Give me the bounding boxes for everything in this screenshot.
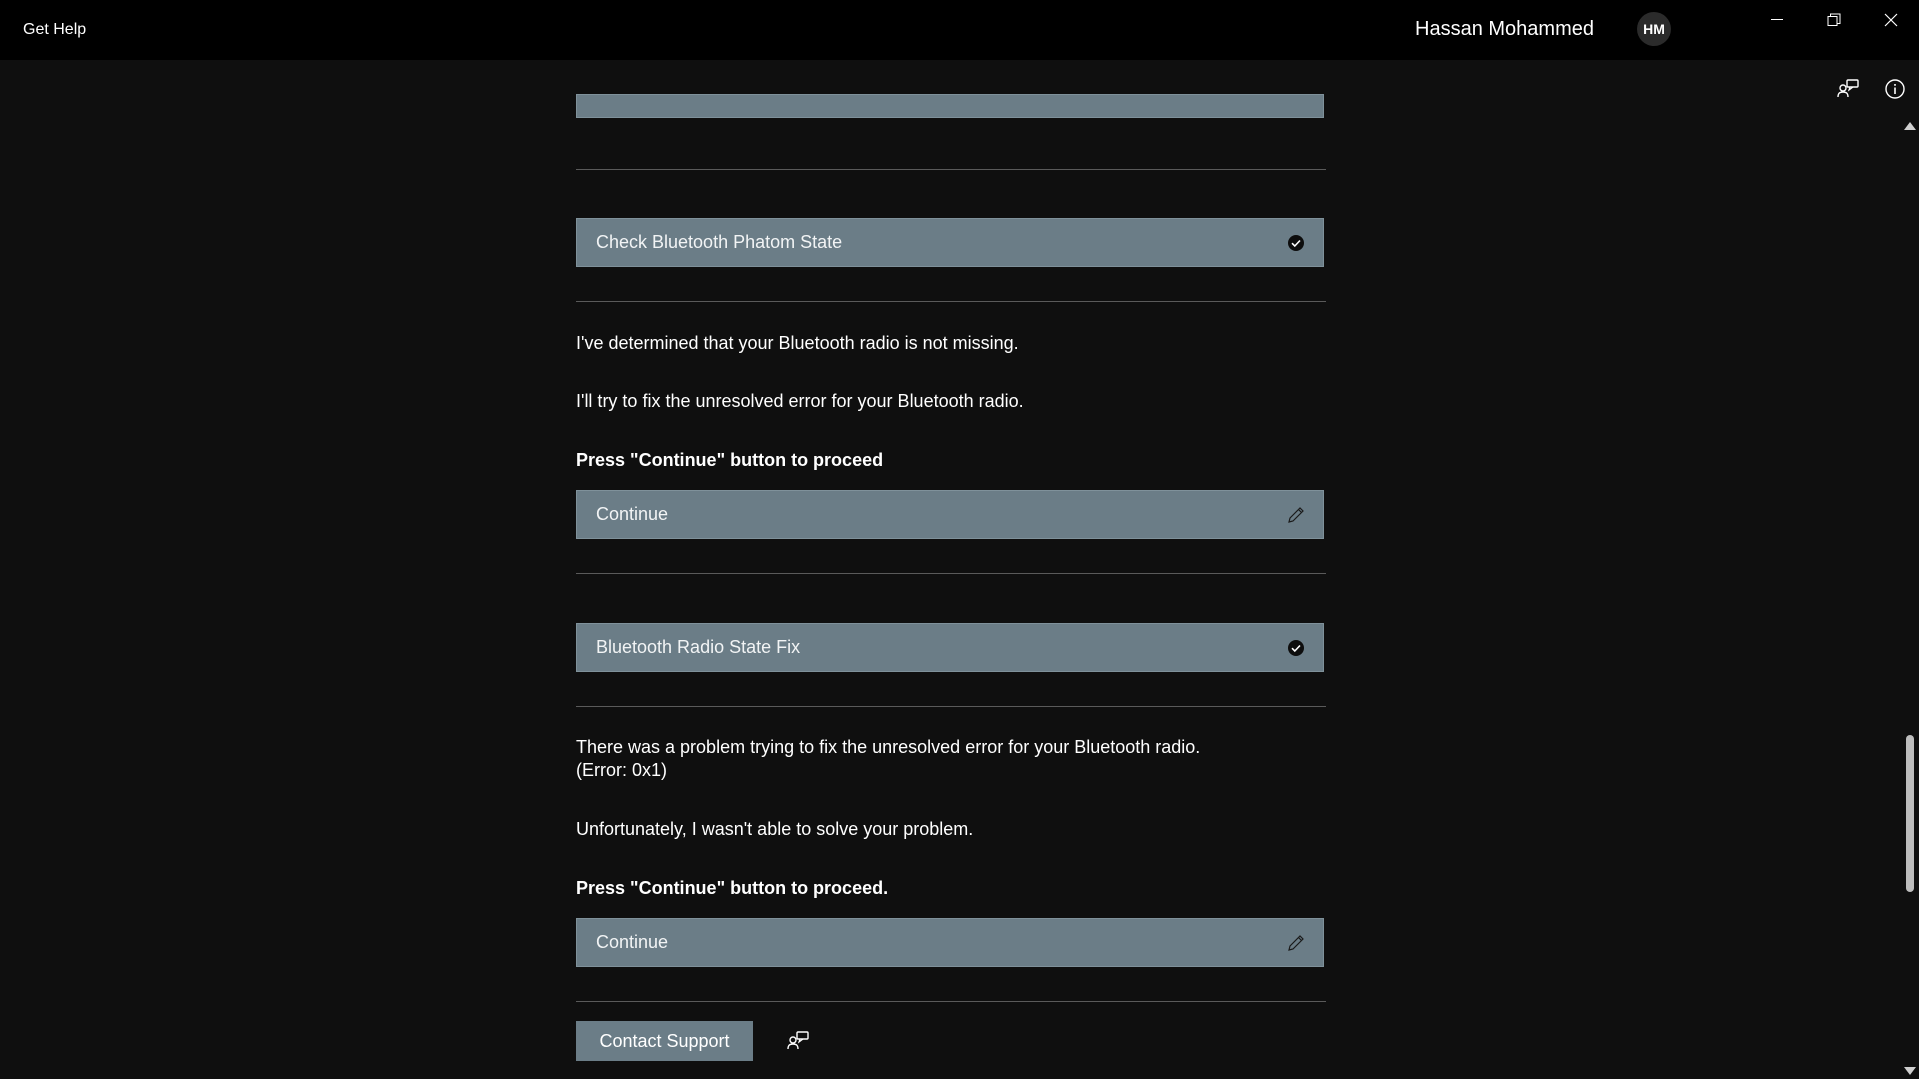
check-bluetooth-state-label: Check Bluetooth Phatom State (596, 232, 843, 252)
avatar[interactable]: HM (1637, 12, 1671, 46)
continue-response-bar[interactable]: Continue (576, 490, 1324, 539)
divider (576, 1001, 1326, 1002)
user-name[interactable]: Hassan Mohammed (1415, 18, 1594, 41)
continue-label: Continue (596, 504, 669, 524)
message-text: There was a problem trying to fix the un… (576, 737, 1201, 780)
scrollbar-thumb[interactable] (1906, 735, 1914, 892)
restore-icon (1827, 13, 1841, 27)
contact-support-icon[interactable] (1835, 76, 1861, 102)
continue-label: Continue (596, 932, 669, 952)
scroll-down-arrow-icon[interactable] (1904, 1067, 1916, 1075)
checkmark-circle-icon (1285, 232, 1307, 254)
app-title: Get Help (23, 21, 87, 38)
divider (576, 169, 1326, 170)
message-text: I'll try to fix the unresolved error for… (576, 391, 1024, 411)
check-bluetooth-state-bar[interactable]: Check Bluetooth Phatom State (576, 218, 1324, 267)
checkmark-circle-icon (1285, 637, 1307, 659)
vertical-scrollbar[interactable] (1900, 118, 1919, 1079)
close-icon (1884, 13, 1898, 27)
conversation-pane[interactable]: Check Bluetooth Phatom State I've determ… (0, 60, 1900, 1079)
restore-button[interactable] (1805, 0, 1862, 40)
contact-support-button[interactable]: Contact Support (576, 1021, 753, 1061)
minimize-icon (1770, 19, 1783, 21)
close-button[interactable] (1862, 0, 1919, 40)
message-text: I've determined that your Bluetooth radi… (576, 333, 1019, 353)
pencil-icon[interactable] (1285, 932, 1307, 954)
message-text: Unfortunately, I wasn't able to solve yo… (576, 819, 974, 839)
scroll-up-arrow-icon[interactable] (1904, 122, 1916, 130)
divider (576, 573, 1326, 574)
divider (576, 301, 1326, 302)
title-bar: Get Help Hassan Mohammed HM (0, 0, 1919, 60)
previous-response-bar[interactable] (576, 94, 1324, 118)
prompt-text: Press "Continue" button to proceed. (576, 878, 889, 898)
bluetooth-radio-fix-label: Bluetooth Radio State Fix (596, 637, 801, 657)
prompt-text: Press "Continue" button to proceed (576, 450, 884, 470)
continue-response-bar[interactable]: Continue (576, 918, 1324, 967)
contact-support-icon[interactable] (785, 1028, 811, 1054)
pencil-icon[interactable] (1285, 504, 1307, 526)
minimize-button[interactable] (1748, 0, 1805, 40)
info-icon[interactable] (1882, 76, 1908, 102)
divider (576, 706, 1326, 707)
bluetooth-radio-fix-bar[interactable]: Bluetooth Radio State Fix (576, 623, 1324, 672)
